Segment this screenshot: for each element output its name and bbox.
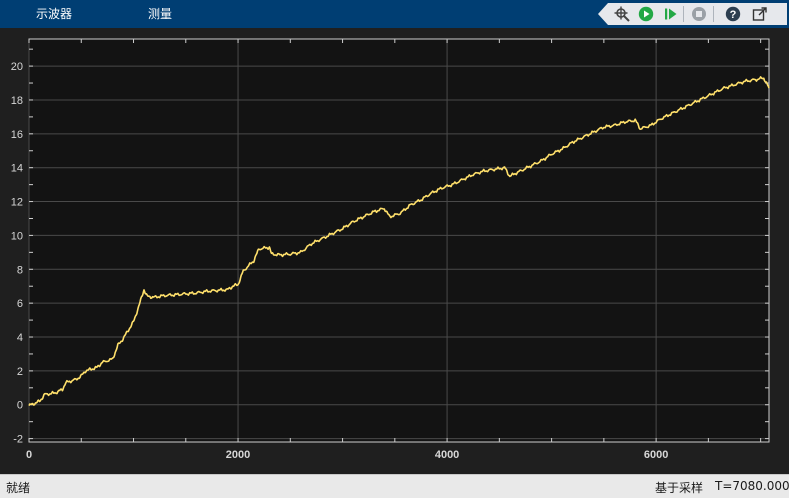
simulation-time: T=7080.0000	[715, 479, 789, 493]
stop-icon[interactable]	[690, 5, 708, 23]
y-tick-label: 8	[17, 264, 23, 276]
y-tick-label: 0	[17, 400, 23, 412]
y-tick-label: 16	[11, 129, 23, 141]
x-tick-labels: 0 2000 4000 6000	[26, 449, 668, 461]
scope-chart[interactable]: -202468101214161820 0 2000 4000 6000	[0, 28, 789, 474]
x-tick-label: 6000	[644, 449, 668, 461]
status-bar: 就绪 基于采样 T=7080.0000	[0, 474, 789, 498]
scope-plot-area[interactable]: -2 0 2 4 6 8 10 12 14 16 18 20 0 2000 4000 6000	[0, 28, 789, 474]
signal-select-icon[interactable]	[613, 5, 631, 23]
sampling-mode: 基于采样	[655, 481, 704, 495]
y-tick-labels: -2 0 2 4 6 8 10 12 14 16 18 20	[11, 61, 23, 446]
y-tick-label: 18	[11, 95, 23, 107]
run-icon[interactable]	[637, 5, 655, 23]
toolbar-separator	[713, 6, 714, 22]
y-tick-label: 12	[11, 197, 23, 209]
title-bar: 示波器 测量 ?	[0, 0, 789, 28]
toolbar-separator	[683, 6, 684, 22]
y-tick-label: -2	[13, 434, 23, 446]
y-tick-label: 20	[11, 61, 23, 73]
tab-scope[interactable]: 示波器	[36, 0, 72, 28]
y-tick-label: 14	[11, 163, 23, 175]
tab-measure[interactable]: 测量	[148, 0, 172, 28]
step-forward-icon[interactable]	[662, 5, 680, 23]
x-tick-label: 2000	[226, 449, 250, 461]
y-tick-label: 6	[17, 298, 23, 310]
y-tick-label: 10	[11, 230, 23, 242]
axes-background	[28, 38, 770, 443]
toolbar: ?	[598, 3, 787, 25]
y-tick-label: 2	[17, 366, 23, 378]
undock-icon[interactable]	[751, 5, 769, 23]
y-tick-label: 4	[17, 332, 23, 344]
x-tick-label: 0	[26, 449, 32, 461]
svg-text:?: ?	[730, 9, 737, 21]
x-tick-label: 4000	[435, 449, 459, 461]
status-ready: 就绪	[6, 481, 31, 495]
help-icon[interactable]: ?	[724, 5, 742, 23]
